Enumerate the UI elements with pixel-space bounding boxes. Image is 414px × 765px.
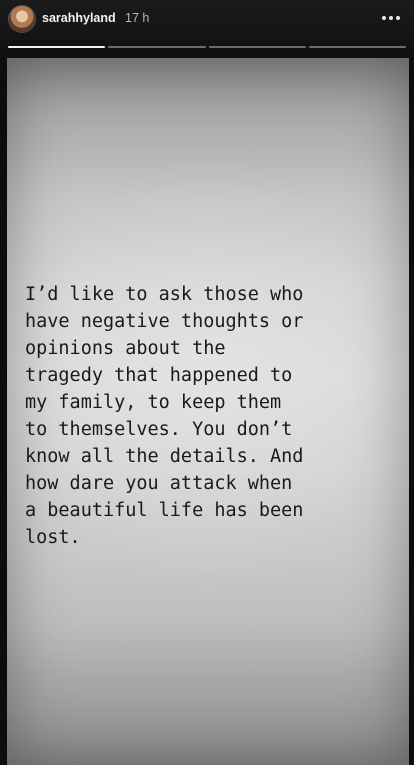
story-text: I’d like to ask those who have negative …: [25, 284, 304, 548]
avatar[interactable]: [9, 6, 35, 32]
more-options-button[interactable]: [376, 6, 406, 30]
progress-segment: [308, 46, 406, 48]
more-horizontal-icon: [382, 16, 386, 20]
more-horizontal-icon: [389, 16, 393, 20]
timestamp: 17 h: [125, 11, 150, 25]
story-header: sarahhyland 17 h: [0, 0, 414, 58]
story-card[interactable]: I’d like to ask those who have negative …: [7, 58, 409, 765]
story-viewer: I’d like to ask those who have negative …: [0, 0, 414, 765]
progress-segment: [8, 46, 106, 48]
username[interactable]: sarahhyland: [42, 11, 116, 25]
story-progress-bar: [8, 46, 406, 49]
more-horizontal-icon: [396, 16, 400, 20]
progress-segment: [208, 46, 306, 48]
progress-segment: [108, 46, 206, 48]
